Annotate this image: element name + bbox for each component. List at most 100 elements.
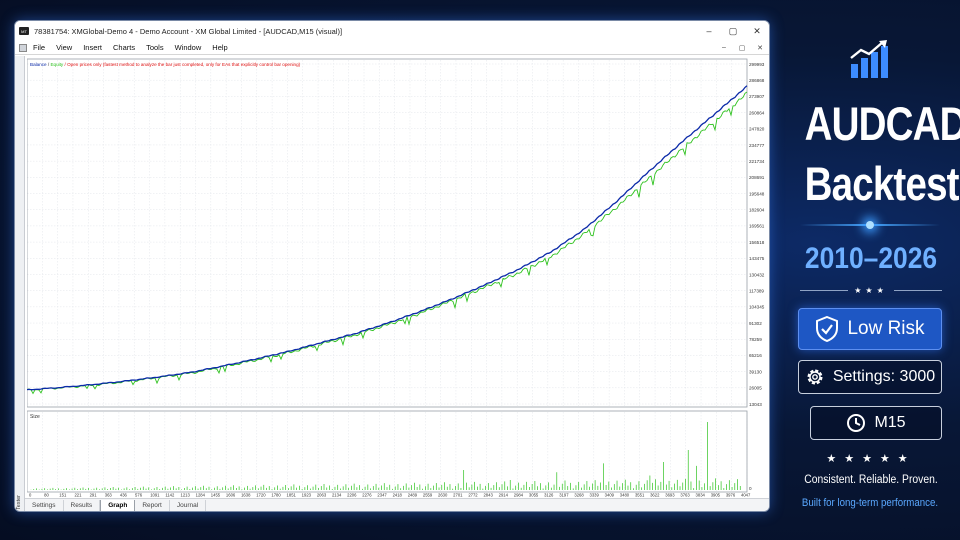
y-tick-label: 117389	[749, 288, 764, 293]
x-tick-label: 2418	[393, 493, 403, 498]
balance-equity-chart[interactable]: Balance / Equity / Open prices only (fas…	[27, 56, 770, 498]
x-tick-label: 3551	[635, 493, 645, 498]
y-tick-label: 104345	[749, 305, 765, 310]
x-axis: 0 80 151 221 291 363 436 576 1091 1142 1213 1284 145…	[29, 493, 751, 498]
y-tick-label: 286868	[749, 78, 765, 83]
x-tick-label: 2489	[408, 493, 418, 498]
legend-note: / Open prices only (fastest method to an…	[63, 62, 300, 67]
gear-icon	[807, 369, 823, 385]
glow-dot	[866, 221, 874, 229]
y-tick-label: 182604	[749, 208, 765, 213]
y-tick-label: 91302	[749, 321, 762, 326]
shield-check-icon	[816, 316, 839, 342]
mdi-restore-button[interactable]: ▢	[733, 44, 751, 52]
size-bars	[30, 422, 741, 490]
x-tick-label: 1606	[226, 493, 236, 498]
x-tick-label: 3480	[620, 493, 630, 498]
y-tick-label: 65216	[749, 353, 762, 358]
years-range: 2010–2026	[804, 242, 938, 275]
y-tick-label: 299993	[749, 62, 765, 67]
minimize-button[interactable]: –	[697, 21, 721, 41]
x-tick-label: 2206	[347, 493, 357, 498]
menu-help[interactable]: Help	[212, 43, 227, 52]
tab-results[interactable]: Results	[64, 500, 101, 511]
balance-series-line	[27, 85, 748, 391]
menu-charts[interactable]: Charts	[113, 43, 135, 52]
settings-badge: Settings: 3000	[798, 360, 942, 394]
tab-settings[interactable]: Settings	[25, 500, 64, 511]
y-tick-label: 208691	[749, 175, 765, 180]
x-tick-label: 2630	[438, 493, 448, 498]
y-tick-label: 26005	[749, 386, 762, 391]
tester-tab-bar: Settings Results Graph Report Journal	[25, 498, 769, 511]
x-tick-label: 1851	[287, 493, 297, 498]
x-tick-label: 4047	[741, 493, 751, 498]
subtagline: Built for long-term performance.	[801, 497, 939, 509]
maximize-button[interactable]: ▢	[721, 21, 745, 41]
x-tick-label: 1780	[271, 493, 281, 498]
tab-journal[interactable]: Journal	[170, 500, 207, 511]
menu-file[interactable]: File	[33, 43, 45, 52]
chart-grid	[27, 60, 748, 491]
x-tick-label: 1455	[211, 493, 221, 498]
x-tick-label: 2134	[332, 493, 342, 498]
divider-line-right	[893, 289, 943, 291]
x-tick-label: 3268	[574, 493, 584, 498]
x-tick-label: 1923	[302, 493, 312, 498]
tester-side-strip[interactable]: Tester	[15, 56, 25, 511]
mdi-close-button[interactable]: ✕	[751, 44, 769, 52]
x-tick-label: 2559	[423, 493, 433, 498]
x-tick-label: 3339	[590, 493, 600, 498]
x-tick-label: 1638	[241, 493, 251, 498]
menu-tools[interactable]: Tools	[146, 43, 164, 52]
y-axis: 299993 286868 273907 260864 247820 234777 2217…	[749, 62, 765, 491]
x-tick-label: 1142	[165, 493, 175, 498]
stars-divider: ★★★	[800, 284, 943, 296]
y-tick-label: 260864	[749, 110, 765, 115]
divider-line-left	[800, 289, 849, 291]
x-tick-label: 3976	[726, 493, 736, 498]
x-tick-label: 2347	[377, 493, 387, 498]
tab-report[interactable]: Report	[135, 500, 170, 511]
timeframe-label: M15	[874, 414, 906, 431]
tab-graph[interactable]: Graph	[100, 500, 136, 511]
x-tick-label: 576	[135, 493, 143, 498]
y-tick-label: 156518	[749, 240, 765, 245]
title-bar: MT 78381754: XMGlobal-Demo 4 - Demo Acco…	[15, 21, 769, 41]
close-button[interactable]: ✕	[745, 21, 769, 41]
x-tick-label: 363	[105, 493, 113, 498]
x-tick-label: 3834	[696, 493, 706, 498]
x-tick-label: 2843	[483, 493, 493, 498]
x-tick-label: 2984	[514, 493, 524, 498]
legend-equity: Equity	[50, 62, 63, 67]
menu-bar: File View Insert Charts Tools Window Hel…	[15, 41, 769, 55]
legend-balance: Balance	[30, 62, 47, 67]
size-tick-label: 0	[749, 486, 752, 491]
x-tick-label: 1284	[196, 493, 206, 498]
menu-window[interactable]: Window	[175, 43, 202, 52]
menu-view[interactable]: View	[56, 43, 72, 52]
y-tick-label: 221734	[749, 159, 765, 164]
menu-insert[interactable]: Insert	[83, 43, 102, 52]
x-tick-label: 291	[90, 493, 98, 498]
y-tick-label: 234777	[749, 143, 765, 148]
size-plot-frame	[27, 410, 748, 493]
divider-stars: ★★★	[854, 285, 888, 295]
x-tick-label: 2701	[453, 493, 463, 498]
x-tick-label: 1091	[150, 493, 160, 498]
mdi-minimize-button[interactable]: –	[715, 44, 733, 52]
x-tick-label: 2772	[468, 493, 478, 498]
x-tick-label: 3763	[680, 493, 690, 498]
settings-label: Settings: 3000	[832, 368, 936, 385]
mdi-controls: – ▢ ✕	[715, 44, 769, 52]
y-tick-label: 13043	[749, 402, 762, 407]
x-tick-label: 3905	[711, 493, 721, 498]
size-label: Size	[30, 414, 40, 420]
chart-legend: Balance / Equity / Open prices only (fas…	[30, 62, 301, 67]
document-icon[interactable]	[19, 43, 27, 52]
timeframe-badge: M15	[810, 406, 942, 440]
x-tick-label: 1213	[180, 493, 190, 498]
app-logo-icon: MT	[19, 27, 29, 35]
headline-backtest: Backtest	[804, 157, 960, 210]
bar-chart-growth-icon	[850, 40, 888, 78]
